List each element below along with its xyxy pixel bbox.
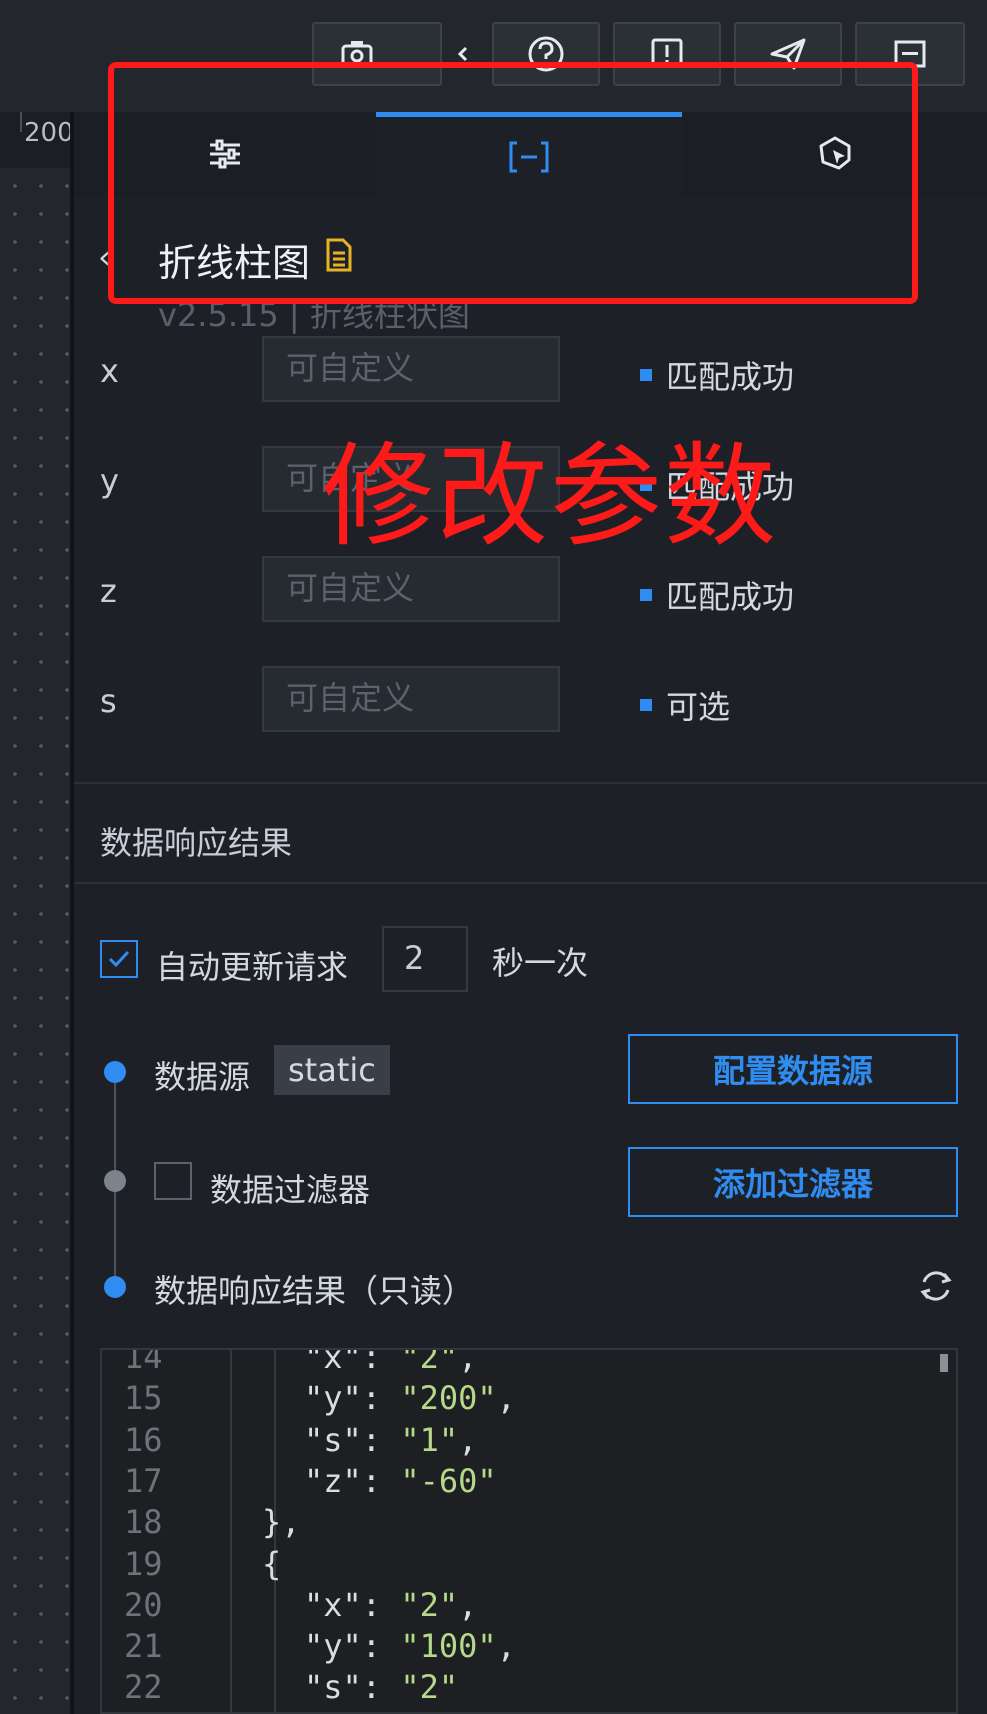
configure-datasource-button[interactable]: 配置数据源	[628, 1034, 958, 1104]
code-key: "s"	[304, 1668, 362, 1707]
code-key: "y"	[304, 1627, 362, 1666]
code-line: "s": "1",	[304, 1421, 477, 1459]
datasource-label: 数据源	[154, 1058, 251, 1096]
auto-update-checkbox[interactable]	[100, 940, 138, 978]
interval-input[interactable]: 2	[382, 926, 468, 992]
gutter-divider	[230, 1350, 232, 1712]
refresh-icon[interactable]	[916, 1266, 956, 1306]
code-line: {	[262, 1545, 281, 1583]
field-label-x: x	[100, 352, 119, 390]
code-line: "y": "100",	[304, 1627, 516, 1665]
field-input-x[interactable]: 可自定义	[262, 336, 560, 402]
code-line: "s": "2"	[304, 1668, 458, 1706]
code-key: "x"	[304, 1585, 362, 1624]
divider	[74, 882, 987, 884]
interval-unit: 秒一次	[492, 944, 589, 982]
datasource-tag: static	[274, 1045, 390, 1095]
field-status-x: 匹配成功	[640, 352, 794, 398]
timeline-dot	[104, 1061, 126, 1083]
code-string: "2"	[400, 1348, 459, 1376]
code-string: "1"	[400, 1420, 459, 1459]
field-input-s[interactable]: 可自定义	[262, 666, 560, 732]
line-number: 16	[124, 1420, 163, 1459]
field-status-s: 可选	[640, 682, 730, 728]
chevron-left-icon	[457, 46, 468, 62]
check-icon	[108, 950, 130, 968]
code-colon: :	[361, 1585, 401, 1624]
field-label-z: z	[100, 572, 117, 610]
code-line: "x": "2",	[304, 1586, 477, 1624]
status-dot	[640, 699, 652, 711]
line-number: 14	[124, 1348, 163, 1376]
filter-checkbox[interactable]	[154, 1162, 192, 1200]
section-title: 数据响应结果	[100, 824, 293, 862]
code-colon: :	[361, 1668, 401, 1707]
divider	[74, 782, 987, 784]
code-key: "z"	[304, 1461, 362, 1500]
response-label: 数据响应结果（只读）	[154, 1272, 475, 1310]
panel-divider	[70, 112, 74, 1714]
code-string: "100"	[400, 1627, 497, 1666]
line-number: 21	[124, 1627, 163, 1666]
code-string: "200"	[400, 1379, 497, 1418]
code-punct: ,	[458, 1420, 478, 1459]
line-number: 17	[124, 1461, 163, 1500]
filter-label: 数据过滤器	[210, 1171, 371, 1209]
add-filter-button[interactable]: 添加过滤器	[628, 1147, 958, 1217]
line-number: 18	[124, 1503, 163, 1542]
timeline-dot	[104, 1170, 126, 1192]
code-colon: :	[361, 1379, 401, 1418]
code-colon: :	[361, 1627, 401, 1666]
code-colon: :	[361, 1420, 401, 1459]
code-string: "2"	[400, 1585, 459, 1624]
code-colon: :	[361, 1461, 401, 1500]
code-string: "-60"	[400, 1461, 497, 1500]
editor-scrollbar[interactable]	[940, 1354, 948, 1372]
code-colon: :	[361, 1348, 401, 1376]
status-dot	[640, 589, 652, 601]
auto-update-label: 自动更新请求	[156, 948, 349, 986]
code-key: "x"	[304, 1348, 362, 1376]
line-number: 19	[124, 1544, 163, 1583]
code-token: },	[262, 1503, 301, 1542]
code-line: "z": "-60"	[304, 1462, 497, 1500]
code-line: "y": "200",	[304, 1379, 516, 1417]
code-key: "y"	[304, 1379, 362, 1418]
canvas-area[interactable]	[0, 168, 72, 1714]
line-number: 15	[124, 1379, 163, 1418]
status-text: 可选	[666, 688, 731, 726]
ruler-label: 200	[24, 118, 74, 148]
highlight-box	[108, 62, 918, 304]
code-key: "s"	[304, 1420, 362, 1459]
ruler-tick	[20, 112, 22, 132]
code-punct: ,	[458, 1585, 478, 1624]
status-text: 匹配成功	[666, 358, 795, 396]
code-token: {	[262, 1544, 282, 1583]
field-status-z: 匹配成功	[640, 572, 794, 618]
annotation-text: 修改参数	[322, 432, 778, 562]
code-punct: ,	[496, 1627, 516, 1666]
field-label-s: s	[100, 682, 117, 720]
code-string: "2"	[400, 1668, 459, 1707]
code-line: },	[262, 1503, 301, 1541]
field-label-y: y	[100, 462, 119, 500]
line-number: 20	[124, 1585, 163, 1624]
code-editor[interactable]: 14 "x": "2", 15 "y": "200", 16 "s": "1", 17 "z"…	[100, 1348, 958, 1714]
code-line: "x": "2",	[304, 1348, 478, 1376]
status-text: 匹配成功	[666, 578, 795, 616]
code-punct: ,	[458, 1348, 478, 1376]
status-dot	[640, 369, 652, 381]
timeline-dot	[104, 1276, 126, 1298]
code-punct: ,	[496, 1379, 516, 1418]
line-number: 22	[124, 1668, 163, 1707]
